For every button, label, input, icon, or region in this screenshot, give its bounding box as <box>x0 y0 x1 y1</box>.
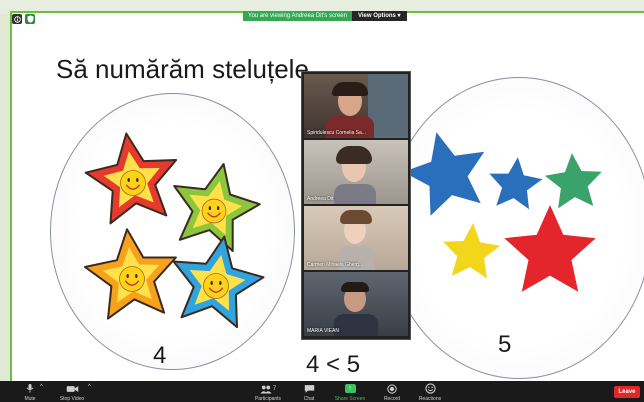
participant-name: Spiridulescu Cornelia Sa... <box>307 130 366 136</box>
microphone-icon <box>26 384 34 393</box>
participant-name: Andreea Dit <box>307 196 334 202</box>
participant-name: MARIA VIEAN <box>307 328 339 334</box>
left-star-group <box>84 132 265 329</box>
leave-button[interactable]: Leave <box>614 386 640 398</box>
viewing-label: You are viewing Andreea Dit's screen <box>243 11 352 21</box>
meeting-info-icons <box>12 14 35 24</box>
share-screen-icon: ↑ <box>344 384 356 393</box>
star-blue-large <box>405 132 485 216</box>
smiley-star-blue <box>172 235 265 329</box>
right-star-group <box>405 132 602 292</box>
chat-label: Chat <box>303 396 315 402</box>
video-camera-icon <box>66 385 78 392</box>
smiley-star-green <box>173 163 261 252</box>
chat-icon <box>304 384 314 393</box>
smiley-star-orange <box>84 228 177 320</box>
star-yellow <box>443 223 501 279</box>
reactions-button[interactable]: Reactions <box>410 383 450 402</box>
participants-label: Participants <box>254 396 282 402</box>
record-label: Record <box>383 396 401 402</box>
screen-share-banner: You are viewing Andreea Dit's screen Vie… <box>243 11 407 21</box>
slide-title: Să numărăm steluțele <box>56 54 309 84</box>
mute-button[interactable]: Mute <box>10 383 50 402</box>
stop-video-label: Stop Video <box>59 396 85 402</box>
reactions-label: Reactions <box>418 396 442 402</box>
share-screen-button[interactable]: ↑ Share Screen <box>330 383 370 402</box>
video-tile[interactable]: Andreea Dit <box>304 140 408 204</box>
comparison-text: 4 < 5 <box>306 351 361 378</box>
record-icon <box>387 383 397 394</box>
star-green <box>544 153 602 209</box>
video-tile[interactable]: MARIA VIEAN <box>304 272 408 336</box>
share-screen-label: Share Screen <box>334 396 366 402</box>
video-options-caret[interactable]: ^ <box>88 384 91 390</box>
smiley-star-red <box>84 132 178 225</box>
participant-name: Carmen Mihaela Gherg... <box>307 262 364 268</box>
info-icon[interactable] <box>12 14 22 24</box>
mute-options-caret[interactable]: ^ <box>40 384 43 390</box>
right-count: 5 <box>498 331 512 358</box>
smiley-icon <box>424 383 436 394</box>
left-count: 4 <box>153 342 167 369</box>
video-gallery: Spiridulescu Cornelia Sa... Andreea Dit … <box>301 71 411 340</box>
video-tile[interactable]: Spiridulescu Cornelia Sa... <box>304 74 408 138</box>
record-button[interactable]: Record <box>372 383 412 402</box>
participants-button[interactable]: 7 Participants <box>248 383 288 402</box>
participants-count: 7 <box>272 385 277 392</box>
stop-video-button[interactable]: Stop Video <box>52 383 92 402</box>
view-options-button[interactable]: View Options ▾ <box>351 11 407 21</box>
share-border-left <box>10 11 12 381</box>
participants-icon <box>260 385 272 393</box>
video-tile[interactable]: Carmen Mihaela Gherg... <box>304 206 408 270</box>
star-red <box>504 205 596 292</box>
chat-button[interactable]: Chat <box>289 383 329 402</box>
mute-label: Mute <box>24 396 36 402</box>
shield-icon[interactable] <box>25 14 35 24</box>
star-blue-small <box>489 157 543 210</box>
